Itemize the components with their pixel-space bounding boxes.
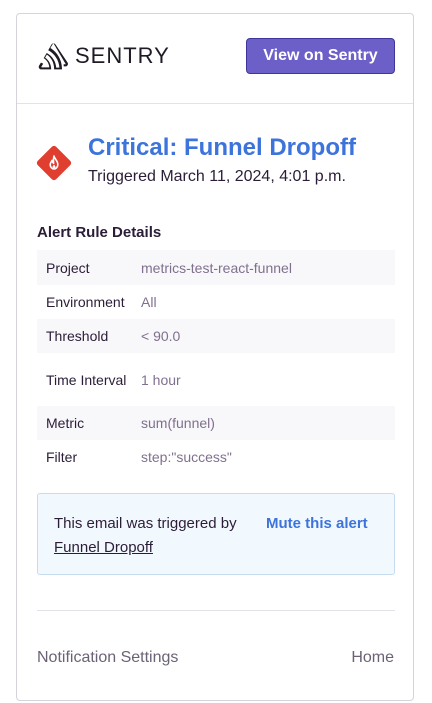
detail-value: sum(funnel) <box>141 415 215 431</box>
detail-row-project: Project metrics-test-react-funnel <box>37 250 395 285</box>
detail-row-threshold: Threshold < 90.0 <box>37 319 395 353</box>
trigger-info-box: This email was triggered by Mute this al… <box>37 493 395 575</box>
trigger-info-text: This email was triggered by <box>54 515 237 532</box>
logo-text: SENTRY <box>75 43 170 68</box>
sentry-logo: SENTRY <box>37 42 170 70</box>
detail-value: step:"success" <box>141 449 232 465</box>
detail-label: Threshold <box>46 328 109 344</box>
alert-rule-details-table: Project metrics-test-react-funnel Enviro… <box>37 250 395 474</box>
detail-value: All <box>141 294 157 310</box>
detail-row-environment: Environment All <box>37 285 395 319</box>
details-title: Alert Rule Details <box>37 224 162 241</box>
detail-value: metrics-test-react-funnel <box>141 259 292 276</box>
detail-label: Environment <box>46 294 125 310</box>
detail-row-filter: Filter step:"success" <box>37 440 395 474</box>
view-on-sentry-button[interactable]: View on Sentry <box>246 38 395 74</box>
detail-label: Metric <box>46 415 85 431</box>
triggered-timestamp: Triggered March 11, 2024, 4:01 p.m. <box>88 168 346 185</box>
detail-row-time-interval: Time Interval 1 hour <box>37 353 395 406</box>
fire-icon <box>49 155 59 170</box>
detail-label: Filter <box>46 449 78 465</box>
detail-label: Project <box>46 259 90 276</box>
alert-email-card: SENTRY View on Sentry Critical: Funnel D… <box>16 13 414 701</box>
detail-label: Time Interval <box>46 371 127 388</box>
home-link[interactable]: Home <box>351 649 394 667</box>
detail-row-metric: Metric sum(funnel) <box>37 406 395 440</box>
footer-divider <box>37 610 395 611</box>
detail-value: 1 hour <box>141 371 181 388</box>
notification-settings-link[interactable]: Notification Settings <box>37 649 178 667</box>
alert-title-link[interactable]: Critical: Funnel Dropoff <box>88 134 356 162</box>
mute-alert-link[interactable]: Mute this alert <box>266 515 368 532</box>
alert-rule-link[interactable]: Funnel Dropoff <box>54 539 153 556</box>
detail-value: < 90.0 <box>141 328 181 344</box>
email-header: SENTRY View on Sentry <box>17 14 413 104</box>
sentry-logo-icon <box>38 43 68 70</box>
